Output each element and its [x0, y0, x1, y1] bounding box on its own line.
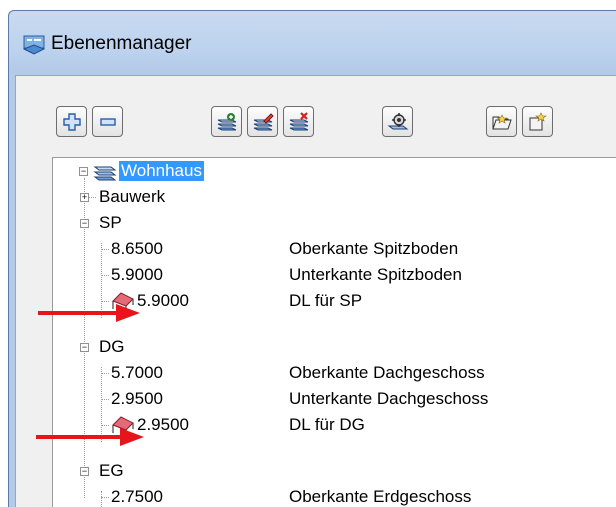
add-layer-icon [217, 112, 236, 130]
tree-root-label: Wohnhaus [119, 161, 204, 181]
group-label: EG [99, 461, 124, 480]
plus-icon [62, 112, 81, 131]
collapse-all-button[interactable] [92, 106, 123, 137]
open-folder-button[interactable] [486, 106, 517, 137]
edit-layer-button[interactable] [247, 106, 278, 137]
minus-icon [99, 117, 116, 126]
layer-stack-icon [93, 166, 117, 181]
collapse-toggle[interactable]: − [80, 343, 89, 352]
level-description: Oberkante Spitzboden [289, 239, 459, 258]
delete-layer-icon [289, 111, 308, 130]
settings-icon [387, 112, 408, 129]
level-description: DL für DG [289, 415, 365, 434]
collapse-toggle[interactable]: − [80, 467, 89, 476]
level-description: Oberkante Dachgeschoss [289, 363, 485, 382]
export-icon [529, 111, 547, 130]
group-label: SP [99, 213, 122, 232]
level-value: 2.7500 [111, 487, 163, 506]
expand-toggle[interactable]: + [80, 193, 89, 202]
red-arrow-icon [38, 304, 140, 322]
settings-button[interactable] [382, 106, 413, 137]
export-button[interactable] [522, 106, 553, 137]
level-value: 8.6500 [111, 239, 163, 258]
level-value: 2.9500 [111, 389, 163, 408]
level-description: Unterkante Spitzboden [289, 265, 462, 284]
collapse-toggle[interactable]: − [80, 219, 89, 228]
edit-layer-icon [253, 112, 274, 130]
group-label: DG [99, 337, 125, 356]
red-arrow-icon [36, 428, 144, 446]
layer-tree[interactable]: − Wohnhaus + Bauwerk − SP 8.6500 Oberkan… [52, 157, 616, 507]
window-title: Ebenenmanager [51, 33, 192, 54]
add-layer-button[interactable] [211, 106, 242, 137]
tree-line [101, 491, 102, 507]
expand-all-button[interactable] [56, 106, 87, 137]
layer-manager-icon [23, 35, 45, 55]
level-value: 5.9000 [111, 265, 163, 284]
level-value: 5.7000 [111, 363, 163, 382]
delete-layer-button[interactable] [283, 106, 314, 137]
open-folder-icon [491, 113, 512, 129]
level-description: Oberkante Erdgeschoss [289, 487, 472, 506]
collapse-toggle[interactable]: − [79, 167, 88, 176]
level-description: DL für SP [289, 291, 363, 310]
level-value: 5.9000 [137, 291, 189, 310]
level-description: Unterkante Dachgeschoss [289, 389, 489, 408]
group-label: Bauwerk [99, 187, 166, 206]
